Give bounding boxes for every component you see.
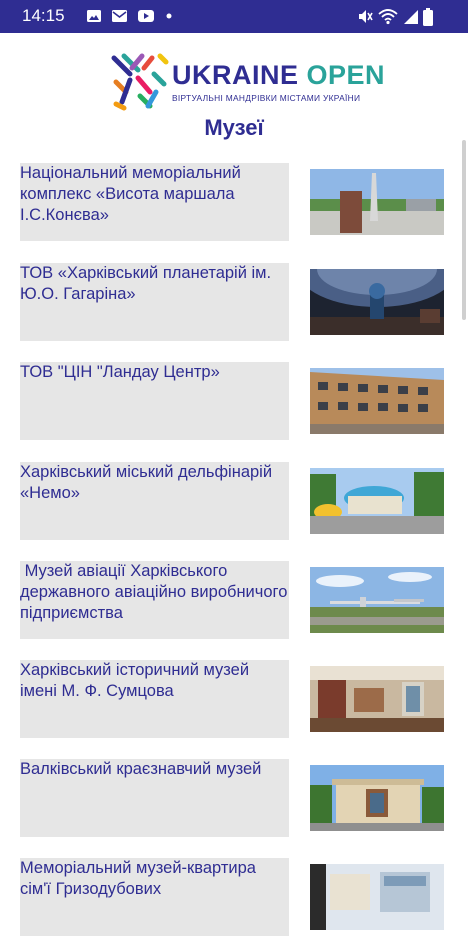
dot-icon	[166, 13, 172, 19]
mute-icon	[359, 10, 373, 23]
ukraine-open-logo: UKRAINE OPEN ВІРТУАЛЬНІ МАНДРІВКИ МІСТАМ…	[110, 52, 385, 112]
museum-item-5[interactable]: Музей авіації Харківського державного ав…	[20, 561, 444, 639]
logo-word-ukraine: UKRAINE	[172, 60, 307, 90]
memorial-photo	[310, 169, 444, 235]
valky-museum-photo	[310, 765, 444, 831]
museum-name: Музей авіації Харківського державного ав…	[20, 562, 292, 622]
planetarium-photo	[310, 269, 444, 335]
logo-word-open: OPEN	[306, 60, 386, 90]
image-icon	[87, 10, 101, 22]
youtube-icon	[138, 10, 154, 22]
museum-name: Харківський історичний музей імені М. Ф.…	[20, 661, 250, 700]
museum-item-2[interactable]: ТОВ «Харківський планетарій ім. Ю.О. Гаг…	[20, 263, 444, 341]
museum-item-4[interactable]: Харківський міський дельфінарій «Немо»	[20, 462, 444, 540]
museum-item-1[interactable]: Національний меморіальний комплекс «Висо…	[20, 163, 444, 241]
page-title: Музеї	[204, 115, 264, 140]
status-bar: 14:15	[0, 0, 468, 33]
museum-name: Національний меморіальний комплекс «Висо…	[20, 164, 241, 224]
museum-name: Меморіальний музей-квартира сім'ї Гризод…	[20, 859, 256, 898]
museum-item-3[interactable]: ТОВ "ЦІН "Ландау Центр»	[20, 362, 444, 440]
aviation-museum-photo	[310, 567, 444, 633]
signal-icon	[404, 10, 418, 24]
museum-name: ТОВ «Харківський планетарій ім. Ю.О. Гаг…	[20, 264, 272, 303]
wifi-icon	[378, 9, 398, 25]
battery-icon	[423, 8, 433, 26]
logo-wordmark: UKRAINE OPEN	[172, 60, 385, 91]
landau-center-photo	[310, 368, 444, 434]
logo-subtitle: ВІРТУАЛЬНІ МАНДРІВКИ МІСТАМИ УКРАЇНИ	[172, 93, 361, 103]
museum-item-7[interactable]: Валківський краєзнавчий музей	[20, 759, 444, 837]
scrollbar[interactable]	[462, 140, 466, 320]
historical-museum-photo	[310, 666, 444, 732]
museum-name: Валківський краєзнавчий музей	[20, 760, 262, 778]
museum-name: ТОВ "ЦІН "Ландау Центр»	[20, 363, 220, 381]
logo-mark-icon	[111, 53, 169, 111]
dolphinarium-photo	[310, 468, 444, 534]
apartment-museum-photo	[310, 864, 444, 930]
museum-item-6[interactable]: Харківський історичний музей імені М. Ф.…	[20, 660, 444, 738]
museum-name: Харківський міський дельфінарій «Немо»	[20, 463, 273, 502]
status-time: 14:15	[22, 6, 65, 25]
mail-icon	[112, 10, 127, 22]
museum-item-8[interactable]: Меморіальний музей-квартира сім'ї Гризод…	[20, 858, 444, 936]
